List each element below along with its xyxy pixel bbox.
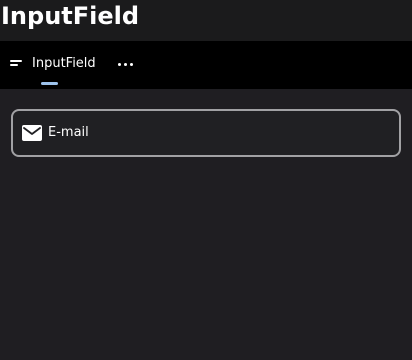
email-field[interactable]: E-mail — [11, 109, 401, 157]
more-options-button[interactable] — [113, 52, 137, 76]
mail-icon — [22, 125, 42, 141]
tab-inputfield[interactable]: InputField — [4, 51, 102, 77]
app-page: InputField InputField E-mail — [0, 0, 412, 360]
tab-selected-indicator — [41, 82, 58, 85]
more-horizontal-icon — [116, 62, 134, 66]
tab-bar: InputField — [0, 41, 412, 89]
title-bar: InputField — [0, 0, 412, 41]
email-field-label: E-mail — [48, 125, 89, 140]
tab-label: InputField — [32, 56, 96, 71]
sort-lines-icon — [10, 59, 23, 69]
page-title: InputField — [1, 2, 140, 30]
